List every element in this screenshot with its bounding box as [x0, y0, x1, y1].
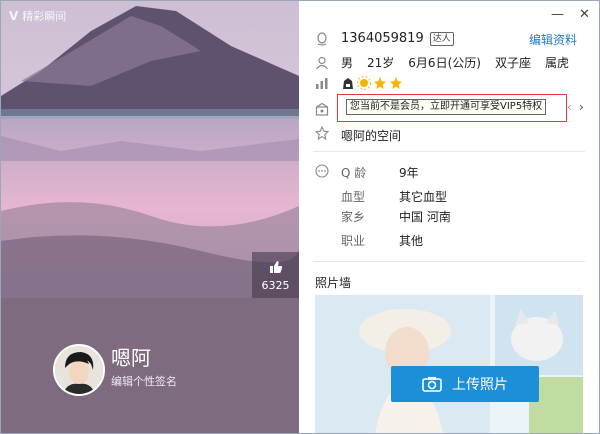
detail-key: 血型: [341, 190, 366, 204]
qq-penguin-icon: [315, 31, 329, 46]
gift-icon: [315, 102, 329, 116]
like-button[interactable]: 6325: [252, 252, 299, 298]
vip-highlight-box: 您当前不是会员，立即开通可享受VIP5特权: [337, 94, 567, 122]
profile-strip: 嗯阿 编辑个性签名: [1, 298, 299, 433]
chevron-left-icon[interactable]: ‹: [567, 100, 572, 114]
minimize-button[interactable]: —: [551, 7, 564, 22]
camera-icon: [422, 377, 442, 392]
photo-wall-images: [315, 295, 583, 433]
signature-link[interactable]: 编辑个性签名: [111, 373, 177, 389]
zodiac: 双子座: [494, 56, 531, 70]
vip-row: [315, 102, 329, 116]
profile-window: V 精彩瞬间 6325 嗯阿 编辑个性签名 — ✕ 1364059819 达人 …: [0, 0, 600, 434]
cover-area: V 精彩瞬间 6325 嗯阿 编辑个性签名: [1, 1, 299, 433]
brand-v-icon: V: [9, 9, 19, 23]
chevron-right-icon[interactable]: ›: [579, 100, 584, 114]
qzone-link[interactable]: 嗯阿的空间: [341, 127, 401, 144]
chinese-zodiac: 属虎: [544, 56, 569, 70]
level-row: [315, 76, 403, 90]
upload-photo-button[interactable]: 上传照片: [391, 366, 539, 402]
thumb-up-icon: [252, 260, 299, 277]
talent-badge[interactable]: 达人: [429, 31, 454, 46]
birthday: 6月6日(公历): [408, 56, 481, 70]
detail-key: 职业: [341, 234, 366, 248]
edit-profile-link[interactable]: 编辑资料: [529, 31, 577, 48]
star-icon: [390, 77, 402, 89]
vip-tooltip[interactable]: 您当前不是会员，立即开通可享受VIP5特权: [346, 99, 547, 115]
detail-value: 中国 河南: [399, 210, 451, 224]
gender: 男: [341, 56, 354, 70]
brand-name: 精彩瞬间: [22, 10, 67, 23]
star-icon: [374, 77, 386, 89]
nickname: 嗯阿: [111, 346, 151, 370]
photo-wall: 上传照片: [315, 295, 583, 433]
info-panel: — ✕ 1364059819 达人 编辑资料 男 21岁 6月6日(公历) 双子…: [299, 1, 599, 433]
level-icon: [315, 76, 329, 90]
star-outline-icon: [314, 125, 330, 141]
level-badges[interactable]: [341, 76, 403, 90]
age: 21岁: [367, 56, 395, 70]
upload-photo-label: 上传照片: [452, 377, 508, 393]
sun-icon: [357, 76, 371, 90]
like-count: 6325: [261, 279, 290, 292]
detail-value: 其它血型: [399, 190, 448, 204]
divider: [313, 261, 585, 262]
detail-key: Q 龄: [341, 166, 367, 180]
space-row: [314, 125, 330, 141]
brand-label: V 精彩瞬间: [9, 8, 66, 24]
qq-number: 1364059819: [341, 31, 424, 46]
more-icon: [315, 164, 329, 178]
divider: [313, 151, 585, 152]
detail-key: 家乡: [341, 210, 366, 224]
basic-info-row: 男 21岁 6月6日(公历) 双子座 属虎: [315, 54, 583, 71]
person-icon: [315, 56, 329, 70]
details-row: [315, 164, 329, 178]
vip-level-icon: [343, 78, 353, 89]
detail-value: 其他: [399, 234, 424, 248]
qq-row: 1364059819 达人: [315, 31, 454, 46]
detail-value: 9年: [399, 166, 419, 180]
photo-wall-title: 照片墙: [315, 276, 352, 290]
avatar[interactable]: [53, 344, 105, 396]
close-button[interactable]: ✕: [579, 7, 590, 22]
